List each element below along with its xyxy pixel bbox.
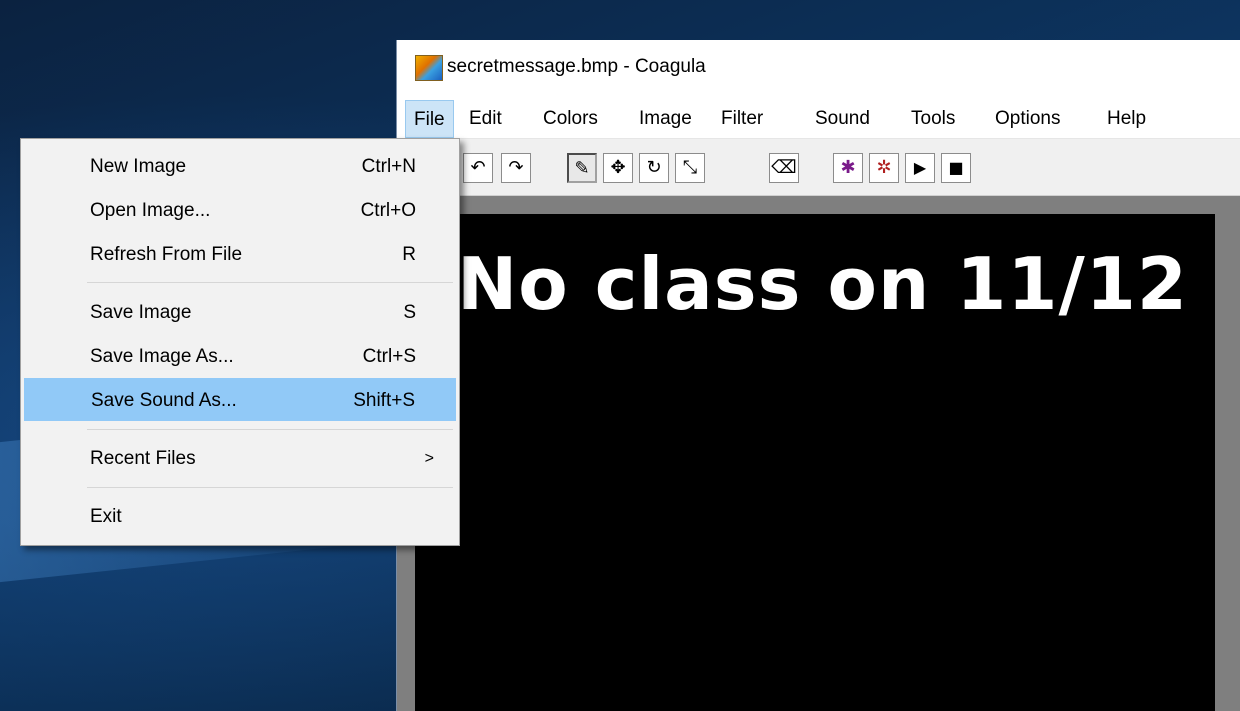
coagula-app-icon bbox=[415, 55, 443, 81]
menu-item-shortcut: Ctrl+O bbox=[360, 200, 416, 221]
play-icon[interactable]: ▶ bbox=[905, 153, 935, 183]
menu-bar: File Edit Colors Image Filter Sound Tool… bbox=[397, 100, 1240, 139]
menu-sound[interactable]: Sound bbox=[807, 100, 878, 138]
menu-item-label: Save Image As... bbox=[90, 346, 234, 367]
coagula-window: secretmessage.bmp - Coagula File Edit Co… bbox=[396, 40, 1240, 711]
title-bar[interactable]: secretmessage.bmp - Coagula bbox=[397, 40, 1240, 100]
menu-item-refresh-from-file[interactable]: Refresh From File R bbox=[24, 233, 456, 276]
menu-item-recent-files[interactable]: Recent Files > bbox=[24, 437, 456, 480]
menu-item-save-image-as[interactable]: Save Image As... Ctrl+S bbox=[24, 335, 456, 378]
eraser-icon[interactable]: ⌫ bbox=[769, 153, 799, 183]
menu-item-label: Save Sound As... bbox=[91, 390, 237, 411]
resize-icon[interactable]: ⤡ bbox=[675, 153, 705, 183]
menu-item-label: Exit bbox=[90, 506, 122, 527]
menu-item-shortcut: Shift+S bbox=[353, 390, 415, 411]
brush-icon[interactable]: ✎ bbox=[567, 153, 597, 183]
menu-filter[interactable]: Filter bbox=[713, 100, 771, 138]
menu-item-new-image[interactable]: New Image Ctrl+N bbox=[24, 145, 456, 188]
menu-item-label: New Image bbox=[90, 156, 187, 177]
render-selection-icon[interactable]: ✲ bbox=[869, 153, 899, 183]
redo-icon[interactable]: ↷ bbox=[501, 153, 531, 183]
menu-item-label: Refresh From File bbox=[90, 244, 243, 265]
menu-separator bbox=[87, 282, 453, 283]
menu-tools[interactable]: Tools bbox=[903, 100, 963, 138]
menu-item-shortcut: S bbox=[403, 302, 416, 323]
file-menu-dropdown: New Image Ctrl+N Open Image... Ctrl+O Re… bbox=[20, 138, 460, 546]
menu-separator bbox=[87, 429, 453, 430]
menu-item-exit[interactable]: Exit bbox=[24, 495, 456, 538]
canvas-area: No class on 11/12 bbox=[397, 196, 1240, 711]
move-icon[interactable]: ✥ bbox=[603, 153, 633, 183]
menu-item-label: Save Image bbox=[90, 302, 192, 323]
menu-help[interactable]: Help bbox=[1099, 100, 1154, 138]
chevron-right-icon: > bbox=[424, 450, 434, 467]
menu-options[interactable]: Options bbox=[987, 100, 1068, 138]
menu-edit[interactable]: Edit bbox=[461, 100, 510, 138]
menu-item-save-image[interactable]: Save Image S bbox=[24, 291, 456, 334]
undo-icon[interactable]: ↶ bbox=[463, 153, 493, 183]
render-icon[interactable]: ✱ bbox=[833, 153, 863, 183]
menu-separator bbox=[87, 487, 453, 488]
menu-item-shortcut: R bbox=[402, 244, 416, 265]
menu-item-shortcut: Ctrl+S bbox=[362, 346, 416, 367]
canvas-message: No class on 11/12 bbox=[457, 242, 1188, 326]
window-title: secretmessage.bmp - Coagula bbox=[447, 56, 706, 77]
menu-image[interactable]: Image bbox=[631, 100, 700, 138]
menu-item-label: Recent Files bbox=[90, 448, 196, 469]
menu-colors[interactable]: Colors bbox=[535, 100, 606, 138]
menu-item-save-sound-as[interactable]: Save Sound As... Shift+S bbox=[24, 378, 456, 421]
stop-icon[interactable]: ■ bbox=[941, 153, 971, 183]
menu-item-open-image[interactable]: Open Image... Ctrl+O bbox=[24, 189, 456, 232]
toolbar: ↶ ↷ ✎ ✥ ↻ ⤡ ⌫ ✱ ✲ ▶ ■ bbox=[397, 139, 1240, 196]
menu-item-label: Open Image... bbox=[90, 200, 211, 221]
menu-file[interactable]: File bbox=[405, 100, 454, 138]
image-canvas[interactable]: No class on 11/12 bbox=[415, 214, 1215, 711]
menu-item-shortcut: Ctrl+N bbox=[361, 156, 416, 177]
rotate-icon[interactable]: ↻ bbox=[639, 153, 669, 183]
